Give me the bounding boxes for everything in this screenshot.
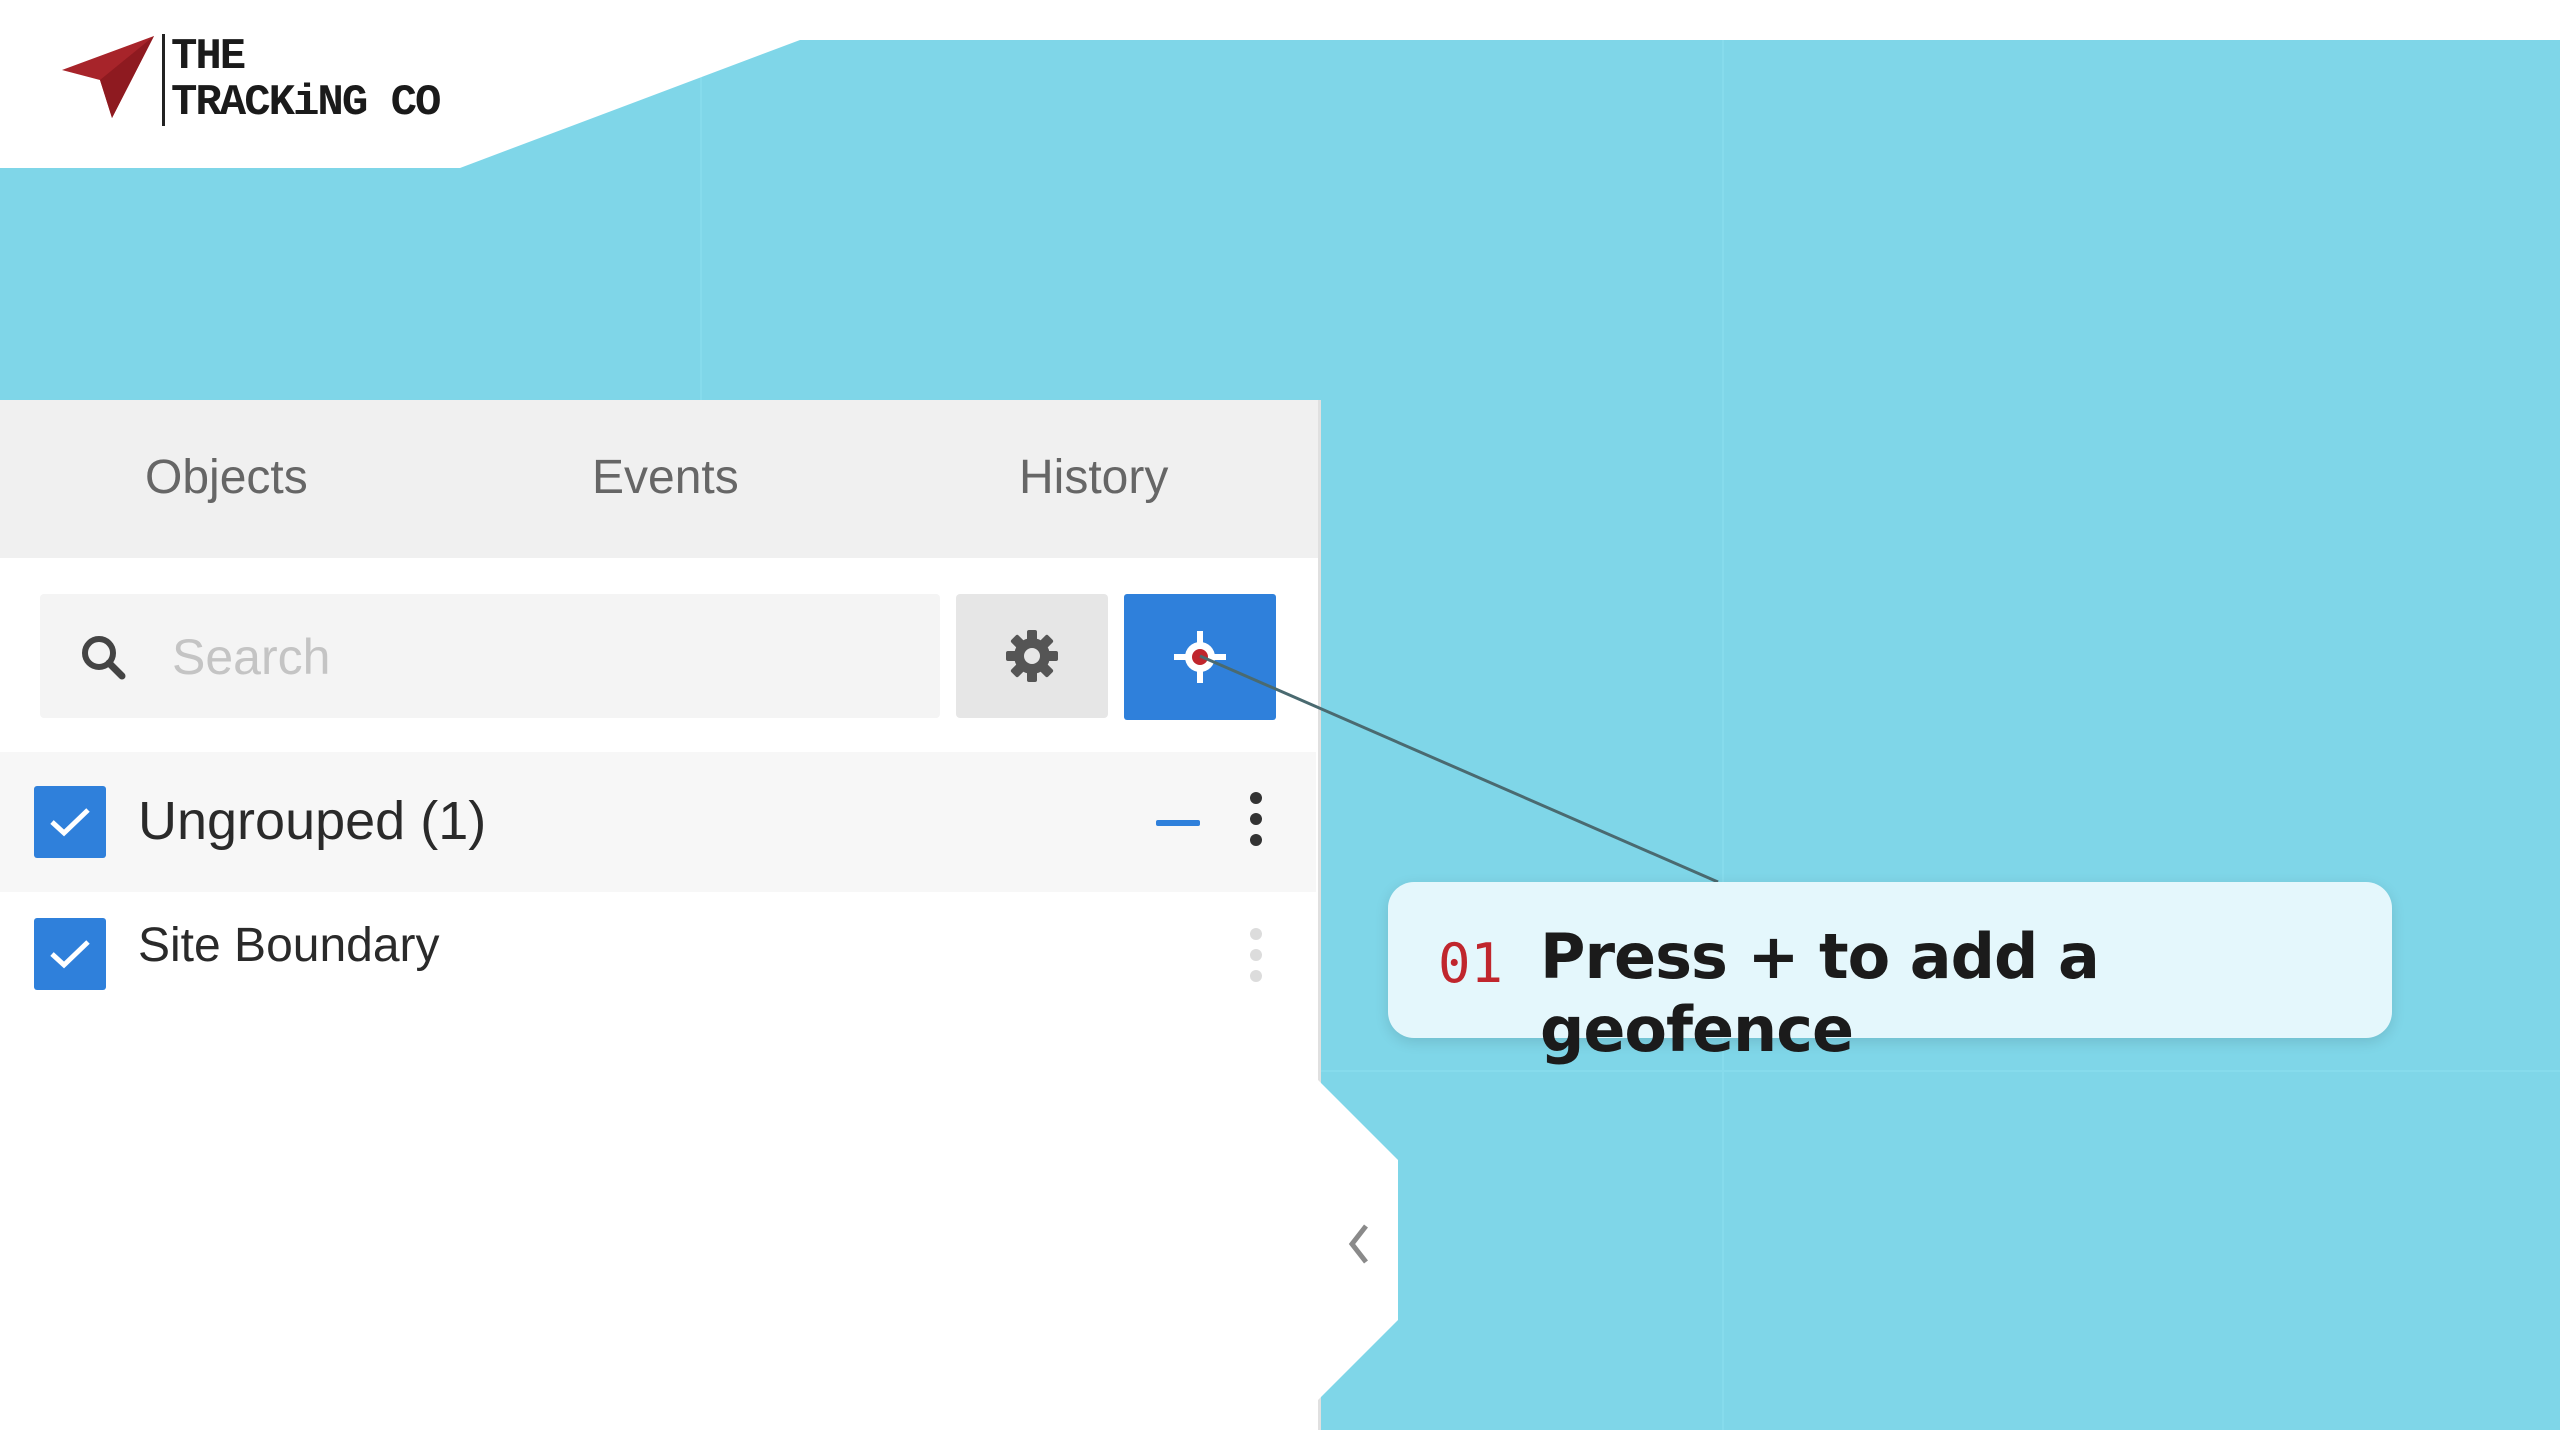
objects-panel: Objects Events History Search Ungrouped … [0, 400, 1321, 1430]
group-menu-icon[interactable] [1248, 792, 1264, 855]
tab-objects[interactable]: Objects [145, 450, 308, 505]
settings-button[interactable] [956, 594, 1108, 718]
group-checkbox[interactable] [34, 786, 106, 858]
logo-header: THE TRACKiNG CO [0, 0, 1200, 170]
checkmark-icon [50, 808, 90, 837]
gear-icon [1006, 630, 1058, 682]
brand-line-1: THE [171, 32, 246, 82]
callout-text: Press + to add a geofence [1540, 920, 2100, 1066]
item-label: Site Boundary [138, 919, 440, 972]
panel-collapse-handle[interactable] [1318, 1080, 1398, 1400]
tutorial-callout: 01 Press + to add a geofence [1388, 882, 2392, 1066]
item-checkbox[interactable] [34, 918, 106, 990]
paper-plane-logo-icon [62, 36, 154, 118]
add-geofence-button[interactable] [1124, 594, 1276, 720]
tab-history[interactable]: History [1019, 450, 1168, 505]
search-input[interactable] [170, 622, 914, 692]
map-grid-line [1320, 1070, 2560, 1072]
search-box [40, 594, 940, 718]
item-menu-icon[interactable] [1248, 928, 1264, 991]
brand-wordmark: THE TRACKiNG CO [162, 32, 441, 128]
search-icon [82, 636, 126, 680]
brand-line-2: TRACKiNG CO [171, 78, 441, 128]
group-label: Ungrouped (1) [138, 791, 487, 851]
collapse-group-icon[interactable] [1156, 820, 1200, 826]
map-grid-line [1722, 40, 1724, 1430]
tab-events[interactable]: Events [592, 450, 739, 505]
group-row-ungrouped[interactable]: Ungrouped (1) [0, 752, 1316, 892]
crosshair-icon [1174, 631, 1226, 683]
panel-tabs: Objects Events History [0, 400, 1318, 558]
callout-step-number: 01 [1438, 932, 1504, 995]
checkmark-icon [50, 940, 90, 969]
list-item[interactable]: Site Boundary [0, 892, 1316, 1016]
